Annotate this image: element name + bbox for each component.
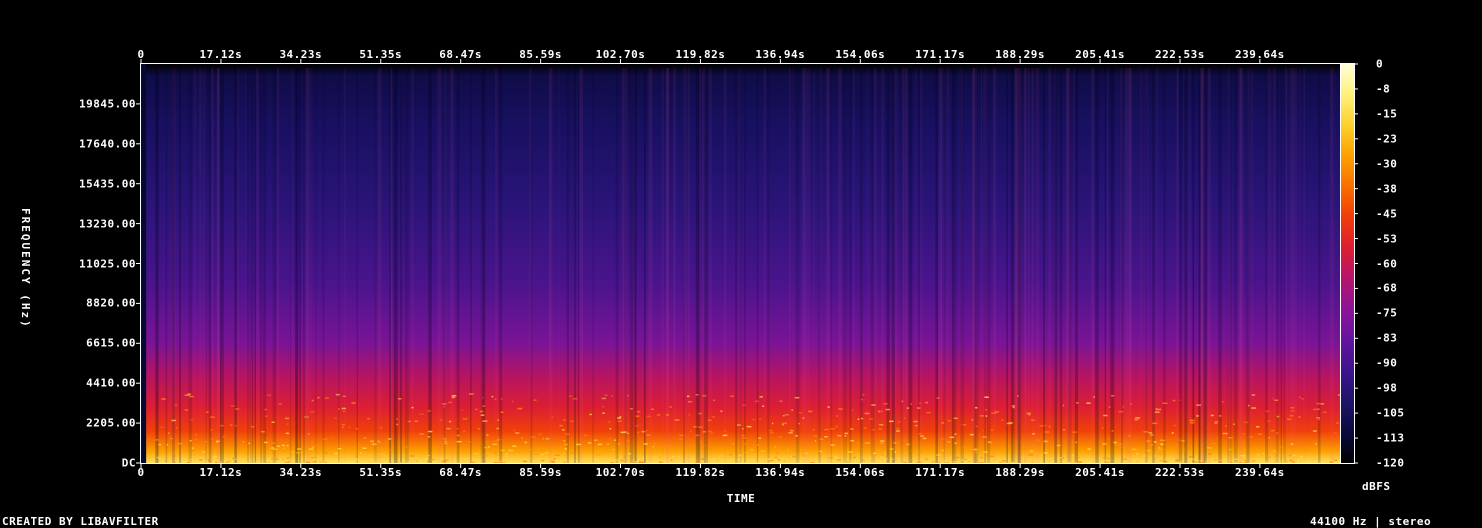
x-tick-label-bottom: 68.47s [439, 466, 483, 479]
colorbar-tick-label: -23 [1376, 132, 1398, 146]
x-tick-label-bottom: 154.06s [835, 466, 886, 479]
colorbar-tick-label: -105 [1376, 406, 1405, 420]
colorbar-tick-label: -113 [1376, 431, 1405, 445]
colorbar-tick-label: -8 [1376, 82, 1391, 96]
y-tick-label: 15435.00 [79, 177, 136, 191]
colorbar-tick-label: -60 [1376, 257, 1398, 270]
x-tick-label-top: 68.47s [439, 48, 483, 61]
footer-sample-rate: 44100 Hz | stereo [1310, 515, 1432, 528]
x-tick-label-top: 17.12s [199, 48, 243, 61]
x-tick-label-top: 85.59s [519, 48, 562, 61]
colorbar-tick-label: -90 [1376, 356, 1398, 370]
x-tick-label-top: 188.29s [995, 48, 1046, 61]
y-axis-label: FREQUENCY (Hz) [19, 208, 32, 329]
colorbar-tick-label: -83 [1376, 331, 1398, 345]
x-tick-label-bottom: 171.17s [915, 466, 966, 479]
x-tick-label-top: 136.94s [755, 48, 806, 61]
colorbar-tick-label: -15 [1376, 107, 1398, 121]
colorbar-label: dBFS [1362, 480, 1391, 493]
spectrogram-chart: 0 0 17.12s 17.12s 34.23s 34.23s 51.35s 51.35s 68… [0, 0, 1482, 528]
colorbar-tick-label: -38 [1376, 182, 1398, 196]
x-tick-label-bottom: 51.35s [359, 466, 403, 479]
colorbar-tick-label: -98 [1376, 381, 1398, 395]
x-tick-label-top: 34.23s [279, 48, 323, 61]
y-tick-label: 4410.00 [86, 376, 136, 390]
colorbar-tick-label: -30 [1376, 157, 1398, 171]
x-tick-label-bottom: 0 [137, 466, 145, 479]
x-tick-label-bottom: 205.41s [1075, 466, 1125, 479]
y-tick-label: DC [121, 456, 136, 470]
colorbar-tick-label: -45 [1376, 207, 1398, 221]
y-tick-label: 2205.00 [86, 416, 136, 430]
x-tick-label-top: 171.17s [915, 48, 966, 61]
x-tick-label-bottom: 119.82s [675, 466, 726, 479]
colorbar-tick-label: -53 [1376, 232, 1398, 246]
x-tick-label-bottom: 188.29s [995, 466, 1046, 479]
chart-canvas [136, 59, 1358, 468]
x-tick-label-top: 205.41s [1075, 48, 1125, 61]
x-tick-label-top: 222.53s [1155, 48, 1205, 61]
y-tick-label: 19845.00 [79, 97, 136, 111]
x-tick-label-top: 119.82s [675, 48, 726, 61]
colorbar-tick-label: 0 [1376, 57, 1384, 71]
footer-credit: CREATED BY LIBAVFILTER [2, 515, 159, 528]
x-tick-label-top: 51.35s [359, 48, 403, 61]
y-tick-label: 17640.00 [79, 137, 136, 151]
x-tick-label-top: 239.64s [1234, 48, 1285, 61]
x-tick-label-bottom: 17.12s [199, 466, 243, 479]
spectrogram-silence [141, 64, 147, 463]
x-tick-label-top: 102.70s [595, 48, 646, 61]
x-tick-label-bottom: 222.53s [1155, 466, 1205, 479]
colorbar-tick-label: -68 [1376, 281, 1398, 295]
x-tick-label-bottom: 34.23s [279, 466, 323, 479]
x-tick-label-bottom: 239.64s [1234, 466, 1285, 479]
x-tick-label-bottom: 85.59s [519, 466, 562, 479]
x-tick-label-top: 0 [137, 48, 145, 61]
x-tick-label-bottom: 136.94s [755, 466, 806, 479]
x-tick-label-top: 154.06s [835, 48, 886, 61]
colorbar-tick-label: -120 [1376, 456, 1405, 470]
y-tick-label: 6615.00 [86, 336, 136, 350]
x-tick-label-bottom: 102.70s [595, 466, 646, 479]
x-axis-label: TIME [726, 492, 756, 505]
colorbar [1341, 64, 1354, 463]
colorbar-tick-label: -75 [1376, 306, 1398, 320]
